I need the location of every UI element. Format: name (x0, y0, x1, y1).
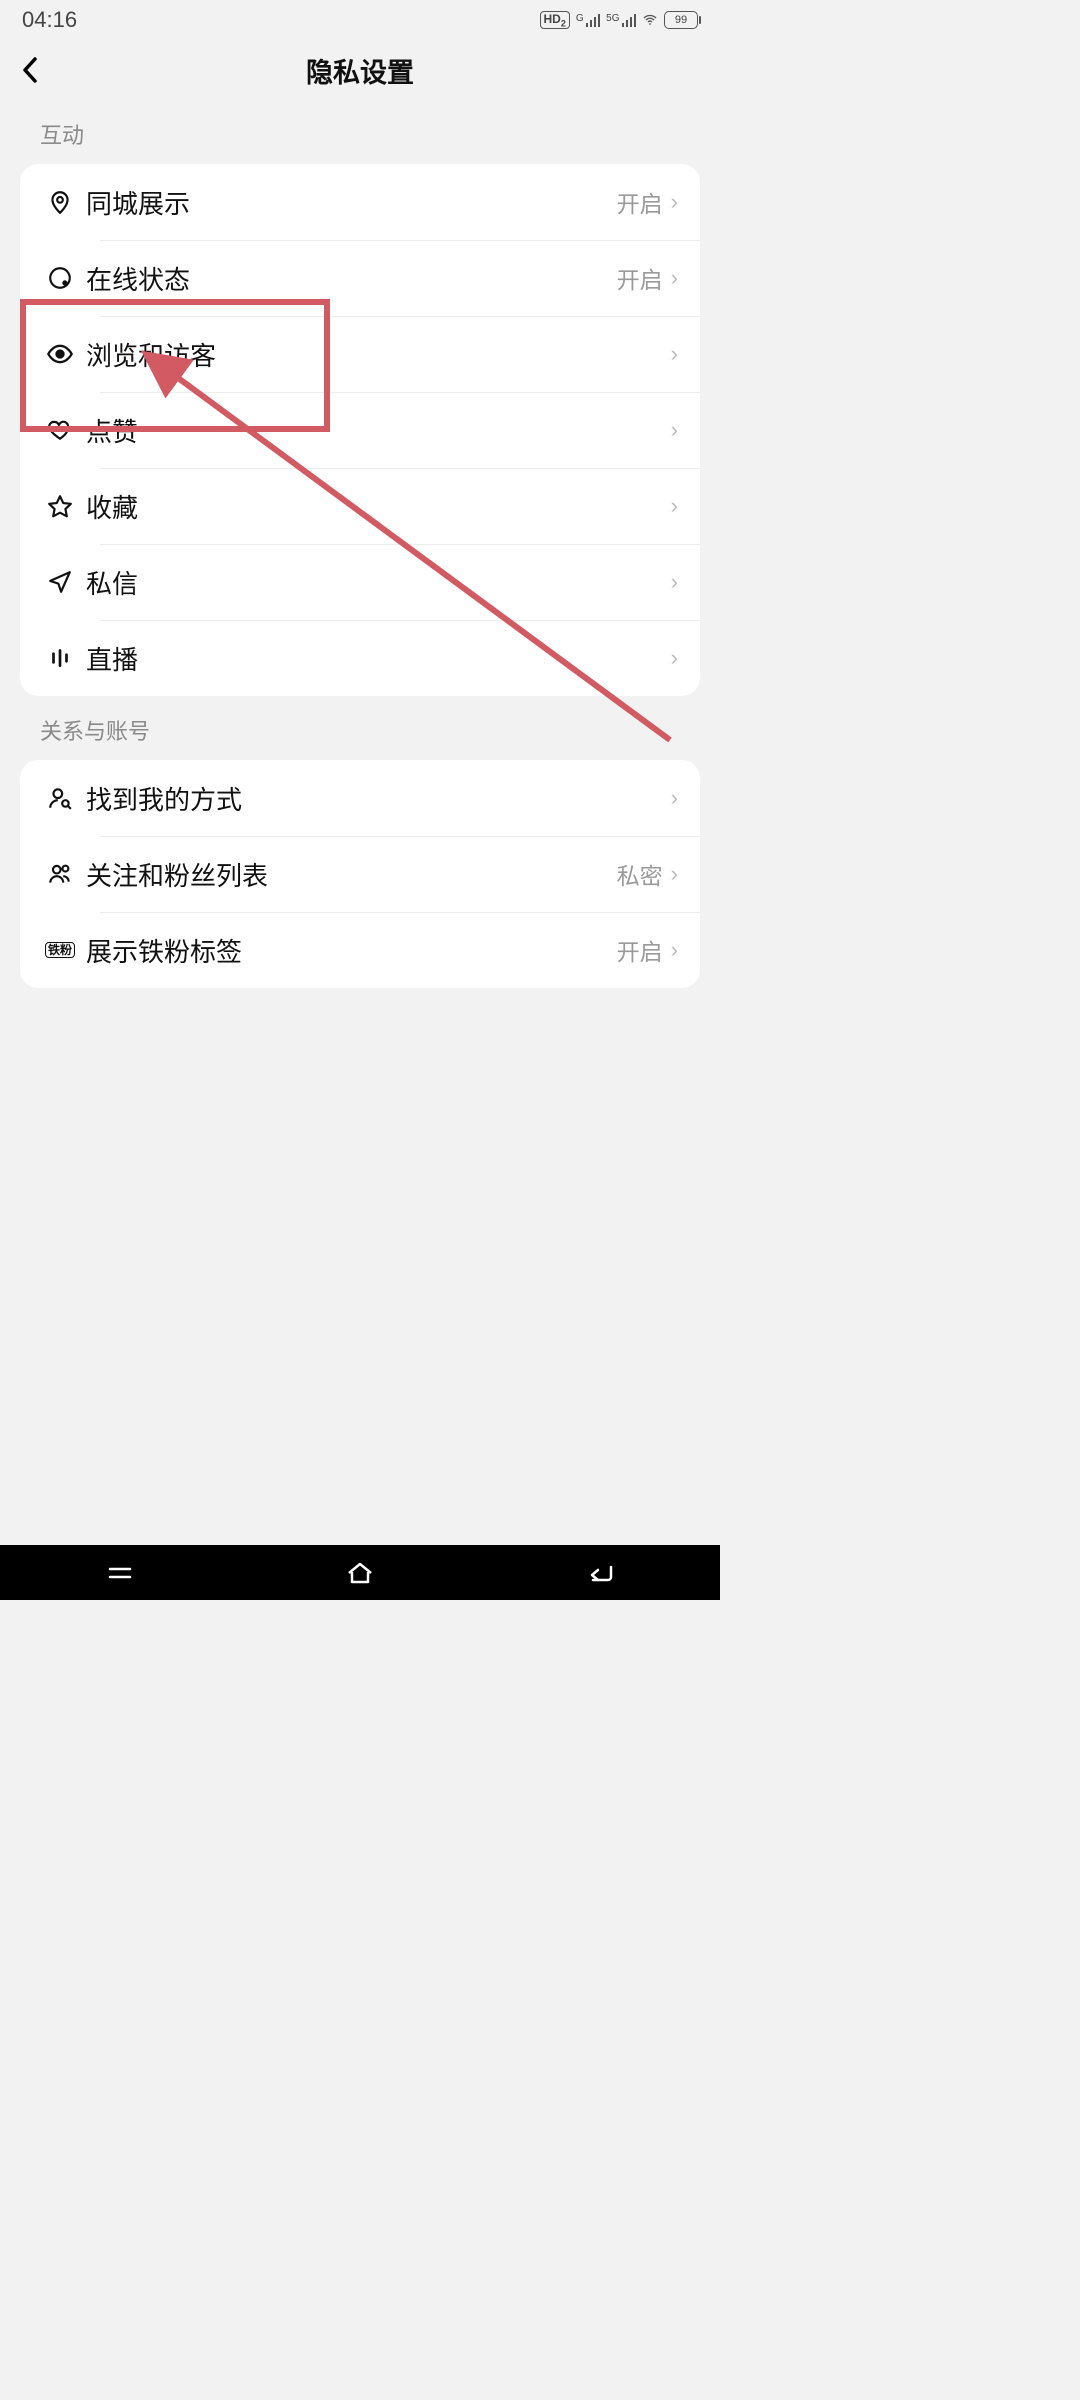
chevron-right-icon: › (671, 189, 678, 215)
row-live[interactable]: 直播 › (20, 620, 700, 696)
net1-label: G (576, 13, 584, 24)
row-label: 展示铁粉标签 (82, 932, 617, 969)
system-navbar (0, 1545, 720, 1600)
chevron-right-icon: › (671, 341, 678, 367)
row-dm[interactable]: 私信 › (20, 544, 700, 620)
row-online-status[interactable]: 在线状态 开启 › (20, 240, 700, 316)
eye-icon (38, 340, 82, 368)
star-icon (38, 493, 82, 519)
status-time: 04:16 (22, 7, 77, 33)
nav-back-button[interactable] (540, 1545, 660, 1600)
row-label: 点赞 (82, 412, 671, 449)
row-label: 浏览和访客 (82, 336, 671, 373)
hd-icon: HD2 (540, 11, 570, 29)
row-label: 找到我的方式 (82, 780, 671, 817)
status-right: HD2 G 5G 99 (540, 11, 698, 29)
heart-icon (38, 417, 82, 443)
chevron-right-icon: › (671, 645, 678, 671)
row-value: 开启 (617, 261, 663, 295)
people-icon (38, 861, 82, 887)
section-label-account: 关系与账号 (0, 696, 720, 760)
location-pin-icon (38, 189, 82, 215)
row-favorites[interactable]: 收藏 › (20, 468, 700, 544)
chevron-right-icon: › (671, 785, 678, 811)
row-label: 直播 (82, 640, 671, 677)
row-label: 关注和粉丝列表 (82, 856, 617, 893)
chevron-right-icon: › (671, 493, 678, 519)
row-browse-visitors[interactable]: 浏览和访客 › (20, 316, 700, 392)
section-label-interaction: 互动 (0, 100, 720, 164)
net2-label: 5G (606, 13, 619, 24)
chevron-right-icon: › (671, 265, 678, 291)
chevron-right-icon: › (671, 861, 678, 887)
row-find-me[interactable]: 找到我的方式 › (20, 760, 700, 836)
row-fan-badge[interactable]: 铁粉 展示铁粉标签 开启 › (20, 912, 700, 988)
back-icon (585, 1561, 615, 1585)
signal-bars-icon (586, 13, 601, 27)
chevron-right-icon: › (671, 417, 678, 443)
card-account: 找到我的方式 › 关注和粉丝列表 私密 › 铁粉 展示铁粉标签 开启 › (20, 760, 700, 988)
fan-badge-icon: 铁粉 (38, 942, 82, 958)
card-interaction: 同城展示 开启 › 在线状态 开启 › 浏览和访客 › 点赞 › 收藏 › (20, 164, 700, 696)
wifi-icon (642, 12, 658, 28)
signal-bars-5g-icon (622, 13, 637, 27)
home-icon (345, 1560, 375, 1586)
status-bar: 04:16 HD2 G 5G 99 (0, 0, 720, 40)
row-label: 收藏 (82, 488, 671, 525)
online-status-icon (38, 265, 82, 291)
row-follow-list[interactable]: 关注和粉丝列表 私密 › (20, 836, 700, 912)
row-likes[interactable]: 点赞 › (20, 392, 700, 468)
live-icon (38, 645, 82, 671)
nav-recent-button[interactable] (60, 1545, 180, 1600)
row-label: 在线状态 (82, 260, 617, 297)
person-search-icon (38, 785, 82, 811)
chevron-right-icon: › (671, 937, 678, 963)
row-label: 私信 (82, 564, 671, 601)
row-value: 开启 (617, 185, 663, 219)
row-value: 开启 (617, 933, 663, 967)
row-value: 私密 (617, 857, 663, 891)
row-label: 同城展示 (82, 184, 617, 221)
header: 隐私设置 (0, 40, 720, 100)
battery-icon: 99 (664, 11, 698, 29)
chevron-right-icon: › (671, 569, 678, 595)
page-title: 隐私设置 (0, 51, 720, 90)
nav-home-button[interactable] (300, 1545, 420, 1600)
send-icon (38, 569, 82, 595)
menu-icon (106, 1563, 134, 1583)
row-local-display[interactable]: 同城展示 开启 › (20, 164, 700, 240)
